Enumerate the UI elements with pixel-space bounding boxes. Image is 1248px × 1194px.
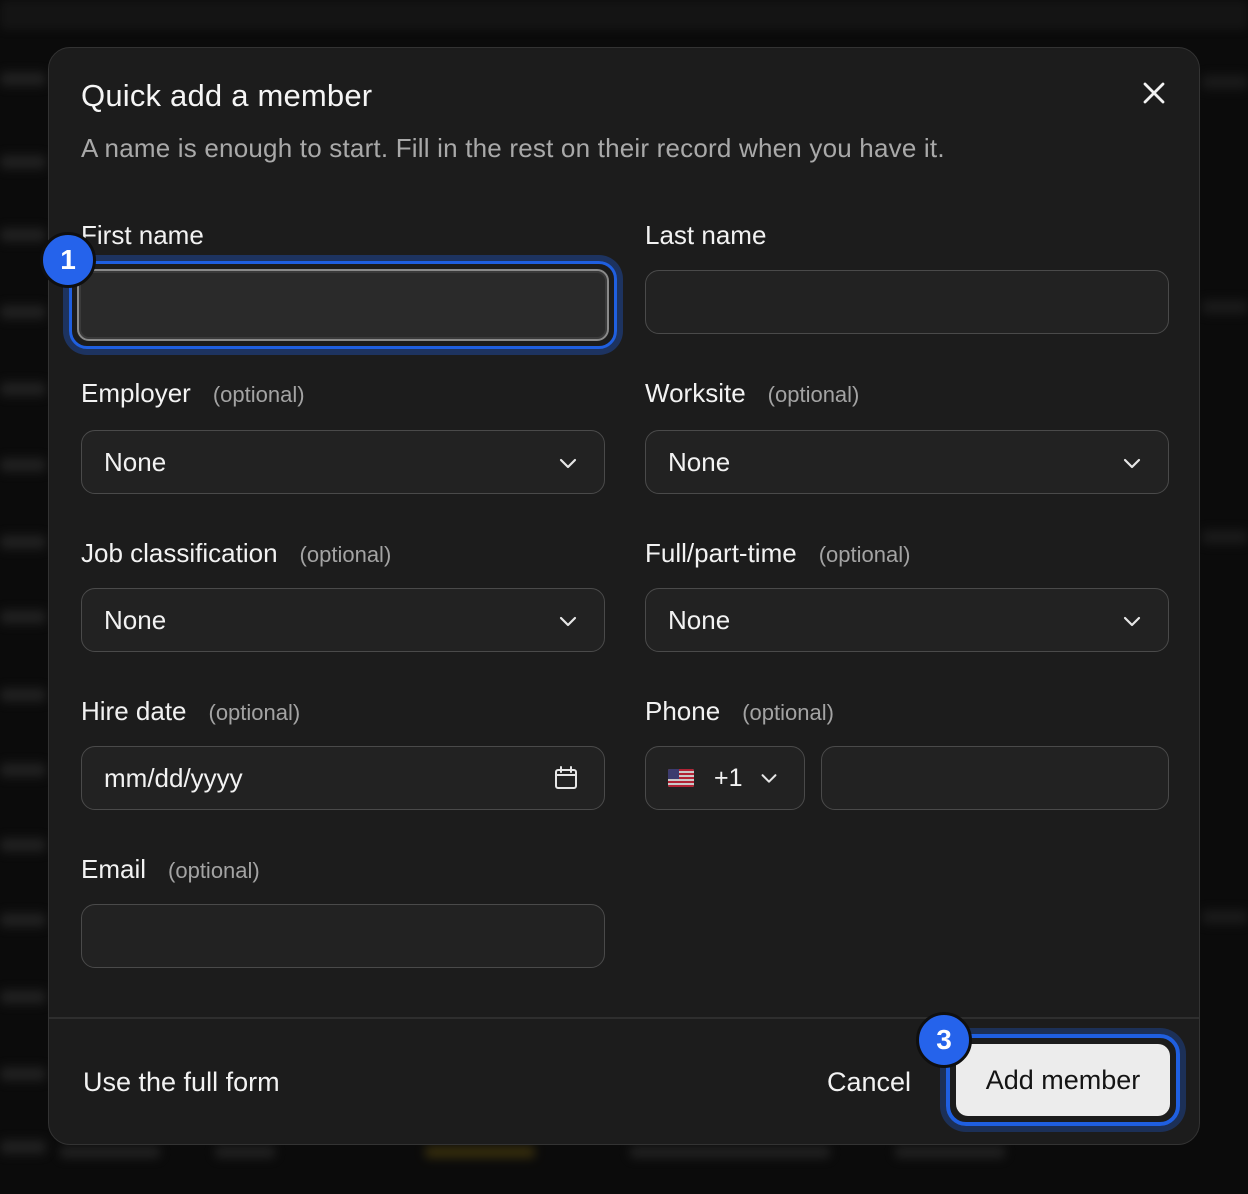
add-member-button[interactable]: Add member: [956, 1044, 1170, 1116]
employment-type-label: Full/part-time (optional): [645, 538, 910, 569]
chevron-down-icon: [559, 616, 577, 627]
employment-type-select[interactable]: None: [645, 588, 1169, 652]
employer-label: Employer (optional): [81, 378, 305, 409]
employer-select-value: None: [104, 447, 167, 477]
worksite-select[interactable]: None: [645, 430, 1169, 494]
country-code-value: +1: [714, 764, 743, 792]
last-name-label-text: Last name: [645, 220, 767, 250]
optional-hint: (optional): [168, 858, 260, 883]
phone-number-input[interactable]: [821, 746, 1169, 810]
optional-hint: (optional): [208, 700, 301, 725]
employment-type-label-text: Full/part-time: [645, 538, 797, 568]
add-member-focus-ring: Add member: [946, 1034, 1180, 1126]
quick-add-member-dialog: Quick add a member A name is enough to s…: [40, 47, 1200, 1145]
worksite-label-text: Worksite: [645, 378, 746, 408]
optional-hint: (optional): [818, 542, 911, 567]
chevron-down-icon: [761, 774, 777, 783]
dialog-title: Quick add a member: [81, 78, 373, 113]
job-classification-select-value: None: [104, 605, 167, 635]
country-code-select[interactable]: +1: [645, 746, 805, 810]
last-name-input[interactable]: [645, 270, 1169, 334]
optional-hint: (optional): [767, 382, 860, 407]
first-name-focus-ring: [69, 261, 617, 349]
last-name-label: Last name: [645, 220, 766, 251]
use-full-form-link[interactable]: Use the full form: [83, 1067, 280, 1098]
phone-label-text: Phone: [645, 696, 721, 726]
job-classification-select[interactable]: None: [81, 588, 605, 652]
phone-label: Phone (optional): [645, 696, 834, 727]
footer-divider: [49, 1017, 1199, 1019]
job-classification-label-text: Job classification: [81, 538, 278, 568]
chevron-down-icon: [1123, 458, 1141, 469]
first-name-label-text: First name: [81, 220, 204, 250]
email-label: Email (optional): [81, 854, 260, 885]
first-name-input[interactable]: [77, 269, 609, 341]
email-label-text: Email: [81, 854, 147, 884]
dialog-subtitle: A name is enough to start. Fill in the r…: [81, 133, 945, 163]
employment-type-select-value: None: [668, 605, 731, 635]
employer-select[interactable]: None: [81, 430, 605, 494]
close-button[interactable]: [1137, 76, 1171, 110]
hire-date-label: Hire date (optional): [81, 696, 300, 727]
worksite-label: Worksite (optional): [645, 378, 859, 409]
employer-label-text: Employer: [81, 378, 191, 408]
step-badge-3: 3: [916, 1012, 972, 1068]
optional-hint: (optional): [212, 382, 305, 407]
chevron-down-icon: [559, 458, 577, 469]
cancel-button[interactable]: Cancel: [827, 1067, 911, 1098]
step-badge-1: 1: [40, 232, 96, 288]
first-name-label: First name: [81, 220, 204, 251]
email-input[interactable]: [81, 904, 605, 968]
hire-date-input[interactable]: mm/dd/yyyy: [81, 746, 605, 810]
hire-date-label-text: Hire date: [81, 696, 187, 726]
hire-date-placeholder: mm/dd/yyyy: [104, 763, 243, 793]
worksite-select-value: None: [668, 447, 731, 477]
us-flag-icon: [668, 769, 694, 787]
optional-hint: (optional): [299, 542, 392, 567]
job-classification-label: Job classification (optional): [81, 538, 391, 569]
close-icon: [1143, 82, 1165, 104]
optional-hint: (optional): [742, 700, 834, 725]
calendar-icon[interactable]: [552, 764, 580, 792]
chevron-down-icon: [1123, 616, 1141, 627]
